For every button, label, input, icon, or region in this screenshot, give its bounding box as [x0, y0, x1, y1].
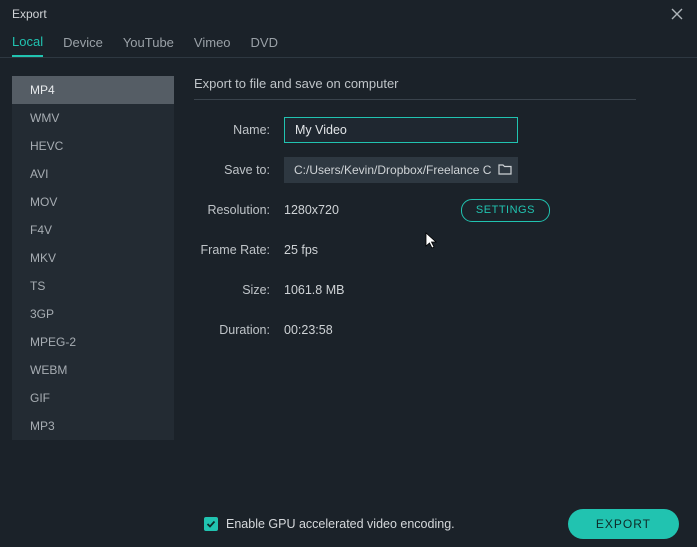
value-framerate: 25 fps	[284, 243, 318, 257]
format-item-webm[interactable]: WEBM	[12, 356, 174, 384]
name-input[interactable]	[284, 117, 518, 143]
format-item-wmv[interactable]: WMV	[12, 104, 174, 132]
label-framerate: Frame Rate:	[194, 243, 284, 257]
format-item-avi[interactable]: AVI	[12, 160, 174, 188]
titlebar: Export	[0, 0, 697, 28]
check-icon	[206, 519, 216, 529]
window-title: Export	[12, 7, 47, 21]
tab-vimeo[interactable]: Vimeo	[194, 28, 231, 57]
format-item-mpeg2[interactable]: MPEG-2	[12, 328, 174, 356]
value-size: 1061.8 MB	[284, 283, 344, 297]
close-button[interactable]	[669, 6, 685, 22]
value-resolution: 1280x720	[284, 203, 339, 217]
value-duration: 00:23:58	[284, 323, 333, 337]
gpu-checkbox[interactable]	[204, 517, 218, 531]
gpu-checkbox-row[interactable]: Enable GPU accelerated video encoding.	[204, 517, 455, 531]
saveto-field[interactable]: C:/Users/Kevin/Dropbox/Freelance Clients	[284, 157, 518, 183]
format-item-gif[interactable]: GIF	[12, 384, 174, 412]
close-icon	[671, 8, 683, 20]
label-resolution: Resolution:	[194, 203, 284, 217]
folder-icon[interactable]	[498, 163, 512, 178]
footer: Enable GPU accelerated video encoding. E…	[0, 501, 697, 547]
format-item-mkv[interactable]: MKV	[12, 244, 174, 272]
format-list: MP4 WMV HEVC AVI MOV F4V MKV TS 3GP MPEG…	[12, 76, 174, 440]
label-name: Name:	[194, 123, 284, 137]
tab-local[interactable]: Local	[12, 28, 43, 57]
format-item-hevc[interactable]: HEVC	[12, 132, 174, 160]
tab-dvd[interactable]: DVD	[251, 28, 278, 57]
main-panel: Export to file and save on computer Name…	[170, 58, 697, 547]
tab-device[interactable]: Device	[63, 28, 103, 57]
format-item-mp3[interactable]: MP3	[12, 412, 174, 440]
label-size: Size:	[194, 283, 284, 297]
settings-button[interactable]: SETTINGS	[461, 199, 550, 222]
format-item-3gp[interactable]: 3GP	[12, 300, 174, 328]
section-heading: Export to file and save on computer	[194, 76, 636, 100]
format-sidebar: MP4 WMV HEVC AVI MOV F4V MKV TS 3GP MPEG…	[0, 58, 170, 547]
format-item-ts[interactable]: TS	[12, 272, 174, 300]
export-tabs: Local Device YouTube Vimeo DVD	[0, 28, 697, 58]
tab-youtube[interactable]: YouTube	[123, 28, 174, 57]
gpu-label: Enable GPU accelerated video encoding.	[226, 517, 455, 531]
format-item-f4v[interactable]: F4V	[12, 216, 174, 244]
label-duration: Duration:	[194, 323, 284, 337]
label-saveto: Save to:	[194, 163, 284, 177]
saveto-path: C:/Users/Kevin/Dropbox/Freelance Clients	[294, 163, 492, 177]
format-item-mov[interactable]: MOV	[12, 188, 174, 216]
export-button[interactable]: EXPORT	[568, 509, 679, 539]
format-item-mp4[interactable]: MP4	[12, 76, 174, 104]
